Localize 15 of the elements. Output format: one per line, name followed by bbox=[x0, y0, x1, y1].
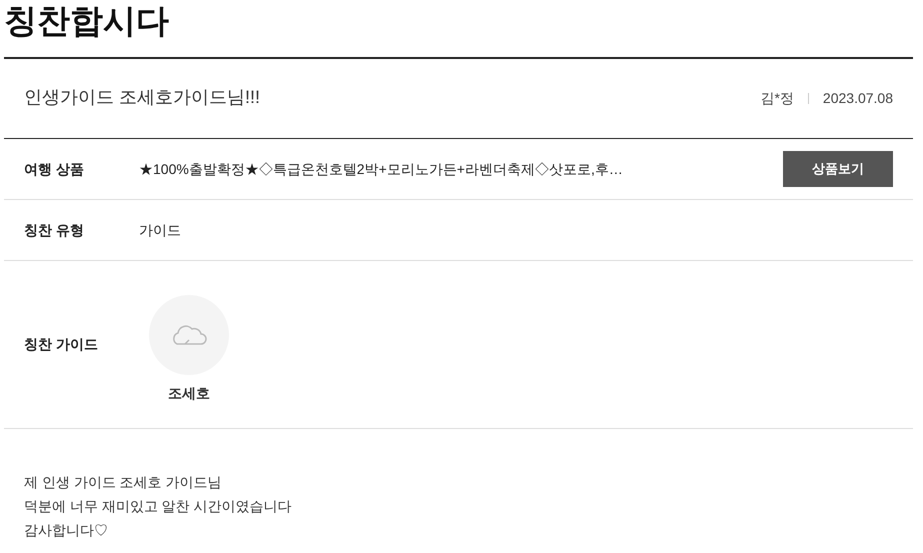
view-product-button[interactable]: 상품보기 bbox=[783, 151, 893, 187]
post-date: 2023.07.08 bbox=[822, 89, 893, 108]
field-label: 여행 상품 bbox=[24, 160, 85, 178]
field-label: 칭찬 가이드 bbox=[24, 335, 99, 354]
cloud-icon bbox=[171, 323, 207, 347]
guide-name: 조세호 bbox=[168, 384, 210, 403]
body-text: 감사합니다♡ bbox=[24, 521, 109, 540]
field-value: 가이드 bbox=[139, 220, 182, 240]
page-title: 칭찬합시다 bbox=[4, 1, 170, 41]
body-text: 덕분에 너무 재미있고 알찬 시간이였습니다 bbox=[24, 497, 293, 516]
body-text: 제 인생 가이드 조세호 가이드님 bbox=[24, 473, 223, 492]
author-name: 김*정 bbox=[760, 89, 794, 108]
post-title: 인생가이드 조세호가이드님!!! bbox=[24, 86, 260, 109]
field-value: ★100%출발확정★◇특급온천호텔2박+모리노가든+라벤더축제◇삿포로,후… bbox=[139, 160, 624, 178]
field-label: 칭찬 유형 bbox=[24, 220, 85, 240]
